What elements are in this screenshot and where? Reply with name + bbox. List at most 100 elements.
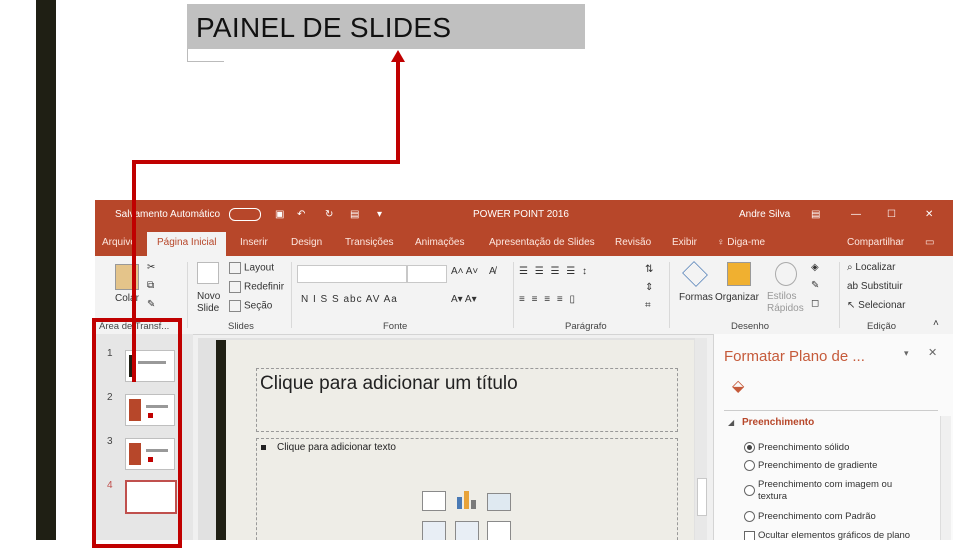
find-button[interactable]: ⌕ Localizar (847, 262, 895, 273)
section-button[interactable]: Seção (229, 300, 272, 312)
comments-icon[interactable]: ▭ (925, 237, 934, 248)
pane-scrollbar[interactable] (940, 416, 951, 540)
decorative-left-bar (36, 0, 56, 540)
quick-styles-button[interactable]: Estilos Rápidos (767, 291, 809, 315)
pane-divider (724, 410, 938, 411)
autosave-toggle[interactable] (229, 208, 261, 221)
reset-label: Redefinir (244, 281, 285, 293)
arrange-icon[interactable] (727, 262, 751, 286)
font-color-icon[interactable]: A▾ A▾ (451, 294, 477, 305)
pattern-fill-label: Preenchimento com Padrão (758, 511, 876, 522)
tell-me-search[interactable]: ♀ Diga-me (717, 237, 765, 248)
title-placeholder[interactable]: Clique para adicionar um título (256, 368, 678, 432)
scrollbar-thumb[interactable] (697, 478, 707, 516)
canvas-scrollbar[interactable] (695, 338, 707, 540)
shape-outline-icon[interactable]: ✎ (811, 280, 819, 291)
shape-effects-icon[interactable]: ◻ (811, 298, 819, 309)
font-size-dropdown[interactable] (407, 265, 447, 283)
align-text-icon[interactable]: ⇕ (645, 282, 653, 293)
redo-icon[interactable]: ↻ (325, 209, 333, 220)
group-label-slides: Slides (228, 321, 254, 332)
gradient-fill-radio[interactable] (744, 460, 755, 471)
close-button[interactable]: ✕ (925, 209, 933, 220)
pane-options-icon[interactable]: ▾ (904, 348, 909, 359)
quick-styles-icon[interactable] (775, 262, 797, 286)
align-buttons[interactable]: ≡ ≡ ≡ ≡ ▯ (519, 294, 577, 305)
tab-exibir[interactable]: Exibir (672, 237, 697, 248)
group-label-drawing: Desenho (731, 321, 770, 332)
fill-section-header[interactable]: Preenchimento (742, 417, 814, 428)
current-slide[interactable]: Clique para adicionar um título Clique p… (216, 340, 694, 540)
layout-icon (229, 262, 241, 274)
arrange-button[interactable]: Organizar (715, 292, 759, 303)
save-icon[interactable]: ▣ (275, 209, 284, 220)
tab-apresentacao[interactable]: Apresentação de Slides (489, 237, 595, 248)
new-slide-icon[interactable] (197, 262, 219, 284)
pane-title: Formatar Plano de ... (724, 348, 865, 365)
tab-design[interactable]: Design (291, 237, 322, 248)
grow-font-icon[interactable]: A˄ A˅ (451, 266, 478, 277)
slide-decorative-bar (216, 340, 226, 540)
undo-icon[interactable]: ↶ (297, 209, 305, 220)
clear-format-icon[interactable]: A̸ (489, 266, 496, 277)
tab-revisao[interactable]: Revisão (615, 237, 651, 248)
tab-inserir[interactable]: Inserir (240, 237, 268, 248)
body-placeholder[interactable]: Clique para adicionar texto (256, 438, 678, 540)
pane-close-icon[interactable]: ✕ (928, 346, 937, 359)
tab-transicoes[interactable]: Transições (345, 237, 394, 248)
online-picture-icon[interactable] (455, 521, 479, 540)
list-buttons[interactable]: ☰ ☰ ☰ ☰ ↕ (519, 266, 589, 277)
insert-smartart-icon[interactable] (487, 493, 511, 511)
replace-button[interactable]: ab Substituir (847, 281, 903, 292)
ribbon: Colar ✂ ⧉ ✎ Novo Slide Layout Redefinir … (95, 256, 953, 335)
shapes-button[interactable]: Formas (679, 292, 713, 303)
new-slide-button[interactable]: Novo Slide (197, 291, 227, 315)
customize-icon[interactable]: ▾ (377, 209, 382, 220)
format-painter-icon[interactable]: ✎ (147, 299, 155, 310)
shapes-icon[interactable] (682, 261, 708, 287)
caption-tick (187, 49, 224, 62)
minimize-button[interactable]: — (851, 209, 861, 220)
select-button[interactable]: ↖ Selecionar (847, 300, 905, 311)
chart-bar (457, 497, 462, 509)
tab-animacoes[interactable]: Animações (415, 237, 464, 248)
section-collapse-icon[interactable]: ◢ (728, 418, 734, 427)
picture-fill-radio[interactable] (744, 485, 755, 496)
tab-arquivo[interactable]: Arquivo (102, 237, 136, 248)
insert-table-icon[interactable] (422, 491, 446, 511)
arrow-horizontal (132, 160, 400, 164)
arrow-vertical-left (132, 160, 136, 382)
font-style-buttons[interactable]: N I S S abc AV Aa (301, 294, 398, 305)
powerpoint-window: Salvamento Automático ▣ ↶ ↻ ▤ ▾ POWER PO… (95, 200, 953, 540)
text-direction-icon[interactable]: ⇅ (645, 264, 653, 275)
slides-panel-highlight (92, 318, 182, 548)
ribbon-options-icon[interactable]: ▤ (811, 209, 820, 220)
copy-icon[interactable]: ⧉ (147, 280, 154, 291)
present-icon[interactable]: ▤ (350, 209, 359, 220)
body-placeholder-text: Clique para adicionar texto (277, 442, 396, 453)
pattern-fill-radio[interactable] (744, 511, 755, 522)
insert-video-icon[interactable] (487, 521, 511, 540)
section-label: Seção (244, 300, 273, 312)
smartart-icon[interactable]: ⌗ (645, 300, 651, 311)
solid-fill-radio[interactable] (744, 442, 755, 453)
separator (291, 262, 292, 328)
find-label: Localizar (855, 262, 896, 273)
autosave-label: Salvamento Automático (115, 209, 221, 220)
collapse-ribbon-icon[interactable]: ˄ (933, 318, 939, 329)
insert-picture-icon[interactable] (422, 521, 446, 540)
insert-chart-icon[interactable] (455, 491, 477, 509)
cut-icon[interactable]: ✂ (147, 262, 155, 273)
separator (187, 262, 188, 328)
shape-fill-icon[interactable]: ◈ (811, 262, 819, 273)
reset-button[interactable]: Redefinir (229, 281, 284, 293)
layout-button[interactable]: Layout (229, 262, 274, 274)
tab-pagina-inicial[interactable]: Página Inicial (147, 232, 227, 256)
font-name-dropdown[interactable] (297, 265, 407, 283)
hide-graphics-checkbox[interactable] (744, 531, 755, 540)
fill-bucket-icon[interactable]: ⬙ (732, 376, 744, 396)
share-button[interactable]: Compartilhar (847, 237, 904, 248)
format-background-pane: Formatar Plano de ... ▾ ✕ ⬙ ◢ Preenchime… (713, 334, 953, 540)
user-name[interactable]: Andre Silva (739, 209, 790, 220)
maximize-button[interactable]: ☐ (887, 209, 896, 220)
